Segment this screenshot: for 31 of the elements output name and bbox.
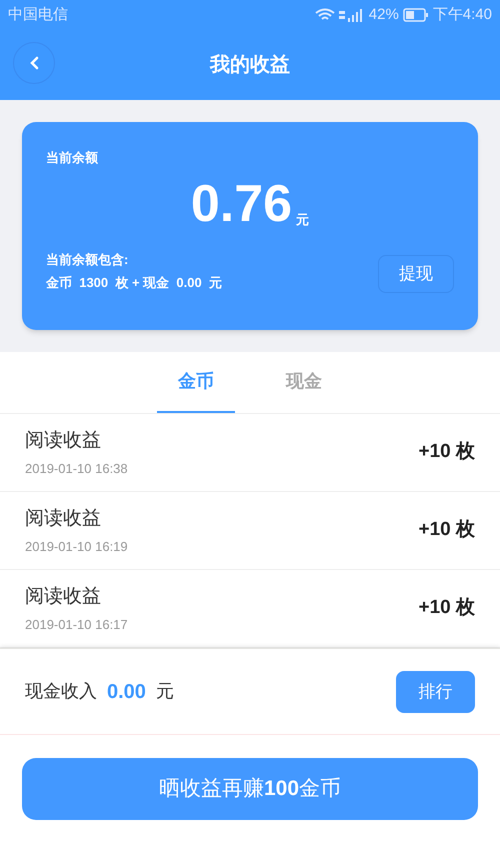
record-time: 2019-01-10 16:19 (25, 538, 128, 556)
wifi-icon (314, 8, 335, 22)
record-time: 2019-01-10 16:17 (25, 616, 128, 634)
record-amount: +10 枚 (418, 440, 475, 464)
breakdown-text: 金币 1300 枚 + 现金 0.00 元 (46, 274, 222, 292)
cash-income-unit: 元 (156, 680, 174, 703)
record-time: 2019-01-10 16:38 (25, 460, 128, 478)
balance-amount: 0.76 (190, 178, 292, 230)
cash-income-value: 0.00 (107, 680, 146, 704)
carrier-name: 中国电信 (8, 4, 68, 25)
back-icon (29, 56, 39, 70)
battery-percent: 42% (368, 4, 399, 25)
record-amount: +10 枚 (418, 596, 475, 620)
tab[interactable]: 现金 (265, 352, 343, 413)
clock: 下午4:40 (432, 4, 492, 25)
record-title: 阅读收益 (25, 584, 102, 608)
withdraw-button[interactable]: 提现 (378, 254, 454, 292)
share-button[interactable]: 晒收益再赚100金币 (22, 758, 478, 820)
tab[interactable]: 金币 (157, 352, 235, 413)
cash-income-label: 现金收入 (25, 680, 97, 703)
record-title: 阅读收益 (25, 428, 102, 452)
record-title: 阅读收益 (25, 506, 102, 530)
rank-button[interactable]: 排行 (396, 670, 475, 712)
record-amount: +10 枚 (418, 518, 475, 542)
breakdown-label: 当前余额包含: (46, 250, 130, 268)
balance-label: 当前余额 (46, 149, 99, 167)
signal-icon (338, 8, 365, 22)
back-button[interactable] (13, 42, 55, 84)
battery-icon (402, 8, 429, 22)
balance-unit: 元 (296, 211, 310, 229)
page-title: 我的收益 (210, 53, 290, 78)
